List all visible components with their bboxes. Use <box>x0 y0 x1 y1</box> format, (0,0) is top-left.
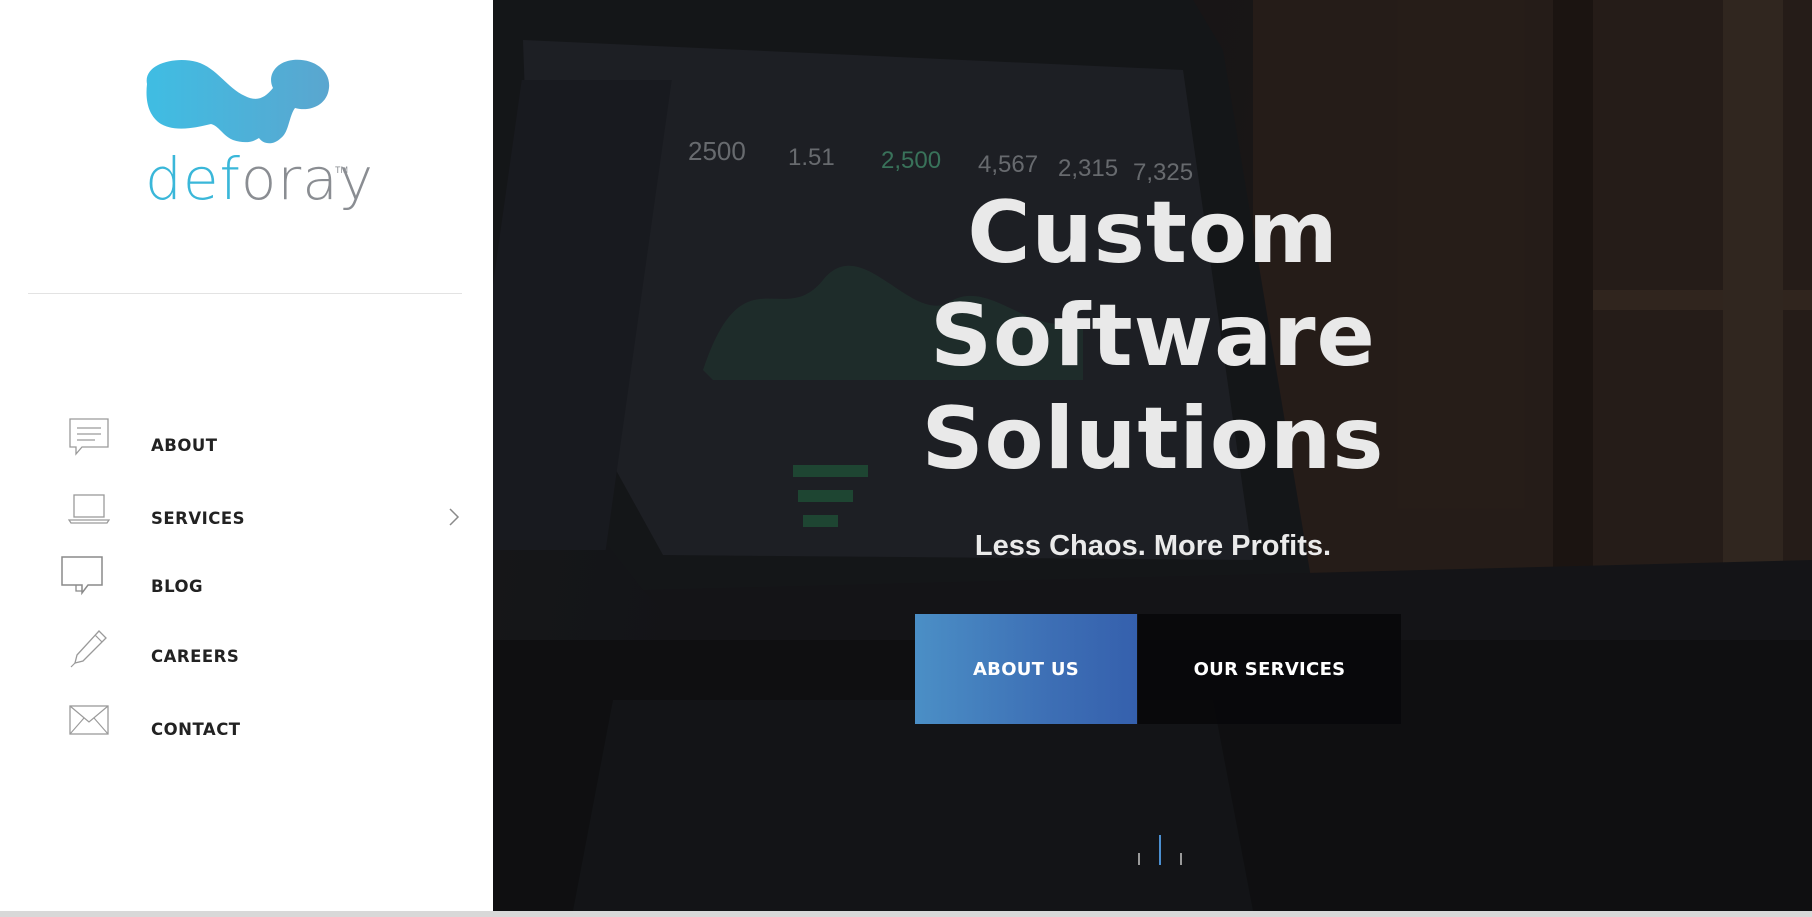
slider-dot-2-active[interactable] <box>1159 835 1161 865</box>
brand-wordmark: deforay <box>145 145 375 213</box>
pen-icon <box>64 623 114 673</box>
hero-title-line-1: Custom <box>967 183 1339 283</box>
nav-item-about[interactable]: ABOUT <box>0 407 493 467</box>
slider-dot-3[interactable] <box>1180 853 1182 865</box>
envelope-icon <box>64 695 114 745</box>
slider-pagination <box>1135 835 1185 865</box>
nav-item-blog[interactable]: BLOG <box>0 547 493 607</box>
nav-label-services: SERVICES <box>151 509 246 528</box>
hero-subtitle: Less Chaos. More Profits. <box>974 530 1332 562</box>
trademark-mark: TM <box>335 165 348 175</box>
nav-item-contact[interactable]: CONTACT <box>0 688 493 748</box>
window-bottom-edge <box>0 911 1812 917</box>
chat-bubbles-icon <box>58 552 108 602</box>
nav-label-blog: BLOG <box>151 577 204 596</box>
sidebar: deforay TM ABOUT SERVICES BLOG CAREERS C… <box>0 0 493 911</box>
nav-item-services[interactable]: SERVICES <box>0 477 493 537</box>
hero-title-line-2: Software <box>930 286 1376 386</box>
nav-label-about: ABOUT <box>151 436 218 455</box>
chevron-right-icon[interactable] <box>447 507 461 527</box>
nav-item-careers[interactable]: CAREERS <box>0 617 493 677</box>
speech-bubble-lines-icon <box>64 412 114 462</box>
sidebar-divider <box>28 293 462 294</box>
nav-label-careers: CAREERS <box>151 647 240 666</box>
our-services-button[interactable]: OUR SERVICES <box>1138 614 1401 724</box>
logo-blob-icon <box>146 59 330 144</box>
hero-title: Custom Software Solutions <box>873 182 1433 491</box>
laptop-icon <box>64 484 114 534</box>
slider-dot-1[interactable] <box>1138 853 1140 865</box>
about-us-button[interactable]: ABOUT US <box>915 614 1137 724</box>
hero-section: 2500 1.51 2,500 4,567 2,315 7,325 Custom… <box>493 0 1812 911</box>
brand-logo[interactable]: deforay TM <box>135 52 373 232</box>
nav-label-contact: CONTACT <box>151 720 241 739</box>
hero-title-line-3: Solutions <box>921 389 1385 489</box>
